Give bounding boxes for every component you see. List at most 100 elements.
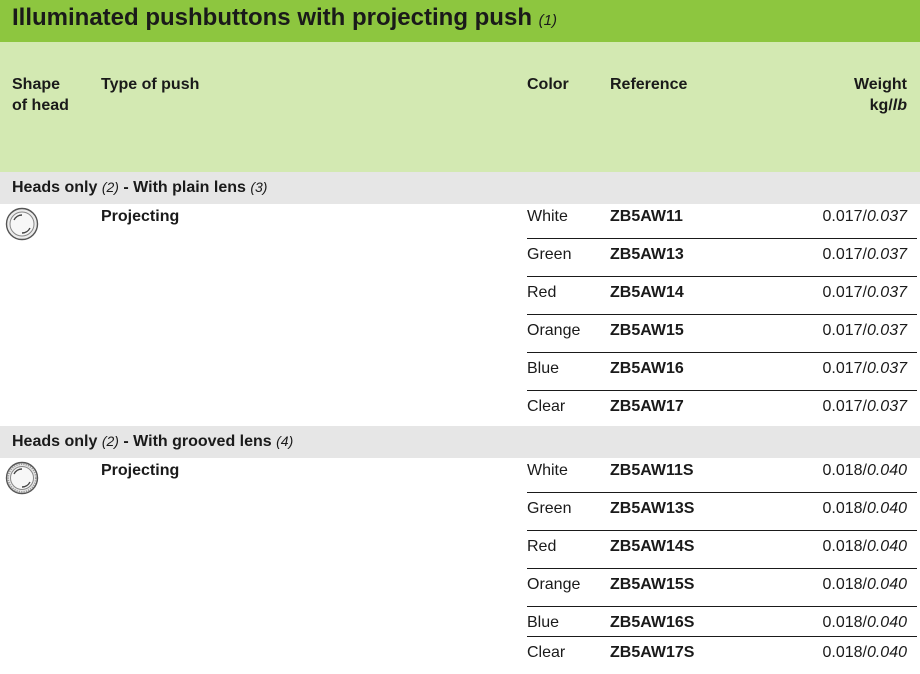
col-header-shape-line1: Shape [12,76,61,93]
table-row: Clear ZB5AW17 0.017/0.037 [527,390,917,428]
table-row: Green ZB5AW13S 0.018/0.040 [527,492,917,530]
table-row: Green ZB5AW13 0.017/0.037 [527,238,917,276]
row-weight-kg: 0.018/ [822,576,867,593]
row-reference: ZB5AW14S [610,538,695,555]
row-color: Clear [527,398,566,415]
row-weight-lb: 0.037 [866,322,907,339]
row-weight-kg: 0.017/ [822,208,867,225]
row-weight-lb: 0.037 [866,284,907,301]
section-note-b: (3) [250,179,268,195]
col-header-weight-line1: Weight [853,76,907,93]
row-divider [527,530,917,531]
row-divider [527,238,917,239]
table-row: Red ZB5AW14 0.017/0.037 [527,276,917,314]
col-header-type: Type of push [101,76,200,93]
row-weight-kg: 0.018/ [822,538,867,555]
row-reference: ZB5AW14 [610,284,684,301]
row-weight-kg: 0.017/ [822,360,867,377]
row-weight-kg: 0.017/ [822,322,867,339]
row-weight-lb: 0.037 [866,208,907,225]
section-note-a: (2) [101,433,119,449]
row-weight: 0.017/0.037 [822,284,907,302]
table-row: Clear ZB5AW17S 0.018/0.040 [527,636,917,674]
row-weight: 0.018/0.040 [822,576,907,594]
table-row: White ZB5AW11 0.017/0.037 [527,200,917,238]
section-title-b: - With plain lens [118,179,246,196]
row-divider [527,390,917,391]
row-weight-lb: 0.040 [866,644,907,661]
section-title-a: Heads only [12,179,98,196]
row-weight-kg: 0.018/ [822,462,867,479]
grooved-lens-head-icon [5,461,39,495]
table-row: Blue ZB5AW16 0.017/0.037 [527,352,917,390]
title-text: Illuminated pushbuttons with projecting … [12,4,532,31]
row-color: White [527,208,568,225]
row-divider [527,606,917,607]
section-title: Heads only (2) - With plain lens (3) [12,179,267,197]
row-weight: 0.018/0.040 [822,538,907,556]
section-note-b: (4) [276,433,294,449]
section-title: Heads only (2) - With grooved lens (4) [12,433,293,451]
row-reference: ZB5AW15 [610,322,684,339]
section-title-a: Heads only [12,433,98,450]
type-of-push-label: Projecting [101,208,180,225]
row-weight-lb: 0.040 [866,576,907,593]
section-note-a: (2) [101,179,119,195]
row-color: Blue [527,360,560,377]
row-reference: ZB5AW17S [610,644,695,661]
row-divider [527,314,917,315]
row-reference: ZB5AW13S [610,500,695,517]
row-weight: 0.017/0.037 [822,246,907,264]
row-divider [527,492,917,493]
row-weight-lb: 0.040 [866,500,907,517]
weight-unit-lb: lb [892,97,907,114]
row-color: Green [527,246,572,263]
col-header-reference: Reference [610,76,688,93]
plain-lens-head-icon [5,207,39,241]
row-weight: 0.017/0.037 [822,208,907,226]
row-weight-kg: 0.018/ [822,500,867,517]
col-header-shape-line2: of head [12,97,69,114]
row-color: Green [527,500,572,517]
row-weight-kg: 0.017/ [822,246,867,263]
row-color: Red [527,538,557,555]
table-row: Orange ZB5AW15S 0.018/0.040 [527,568,917,606]
row-reference: ZB5AW13 [610,246,684,263]
row-weight-kg: 0.018/ [822,614,867,631]
row-weight: 0.017/0.037 [822,322,907,340]
row-reference: ZB5AW16S [610,614,695,631]
row-color: Orange [527,576,581,593]
section-title-b: - With grooved lens [118,433,272,450]
row-reference: ZB5AW17 [610,398,684,415]
row-weight-kg: 0.017/ [822,284,867,301]
row-weight-kg: 0.018/ [822,644,867,661]
row-divider [527,568,917,569]
row-weight-lb: 0.040 [866,538,907,555]
row-weight-lb: 0.040 [866,462,907,479]
row-reference: ZB5AW15S [610,576,695,593]
row-divider [527,352,917,353]
table-row: Orange ZB5AW15 0.017/0.037 [527,314,917,352]
page-title: Illuminated pushbuttons with projecting … [12,4,557,32]
row-color: Clear [527,644,566,661]
row-divider [527,636,917,637]
row-weight: 0.017/0.037 [822,398,907,416]
col-header-shape: Shape of head [12,74,69,116]
row-weight-lb: 0.037 [866,360,907,377]
title-note: (1) [538,12,557,29]
row-color: Orange [527,322,581,339]
col-header-weight-units: kg/lb [854,95,907,116]
table-row: White ZB5AW11S 0.018/0.040 [527,454,917,492]
row-weight-lb: 0.037 [866,398,907,415]
column-header-band [0,42,920,172]
row-weight: 0.018/0.040 [822,500,907,518]
row-reference: ZB5AW16 [610,360,684,377]
col-header-color: Color [527,76,569,93]
row-color: Red [527,284,557,301]
row-reference: ZB5AW11 [610,208,683,225]
row-weight: 0.017/0.037 [822,360,907,378]
weight-unit-kg: kg/ [869,97,893,114]
row-divider [527,276,917,277]
row-weight: 0.018/0.040 [822,614,907,632]
row-weight-kg: 0.017/ [822,398,867,415]
